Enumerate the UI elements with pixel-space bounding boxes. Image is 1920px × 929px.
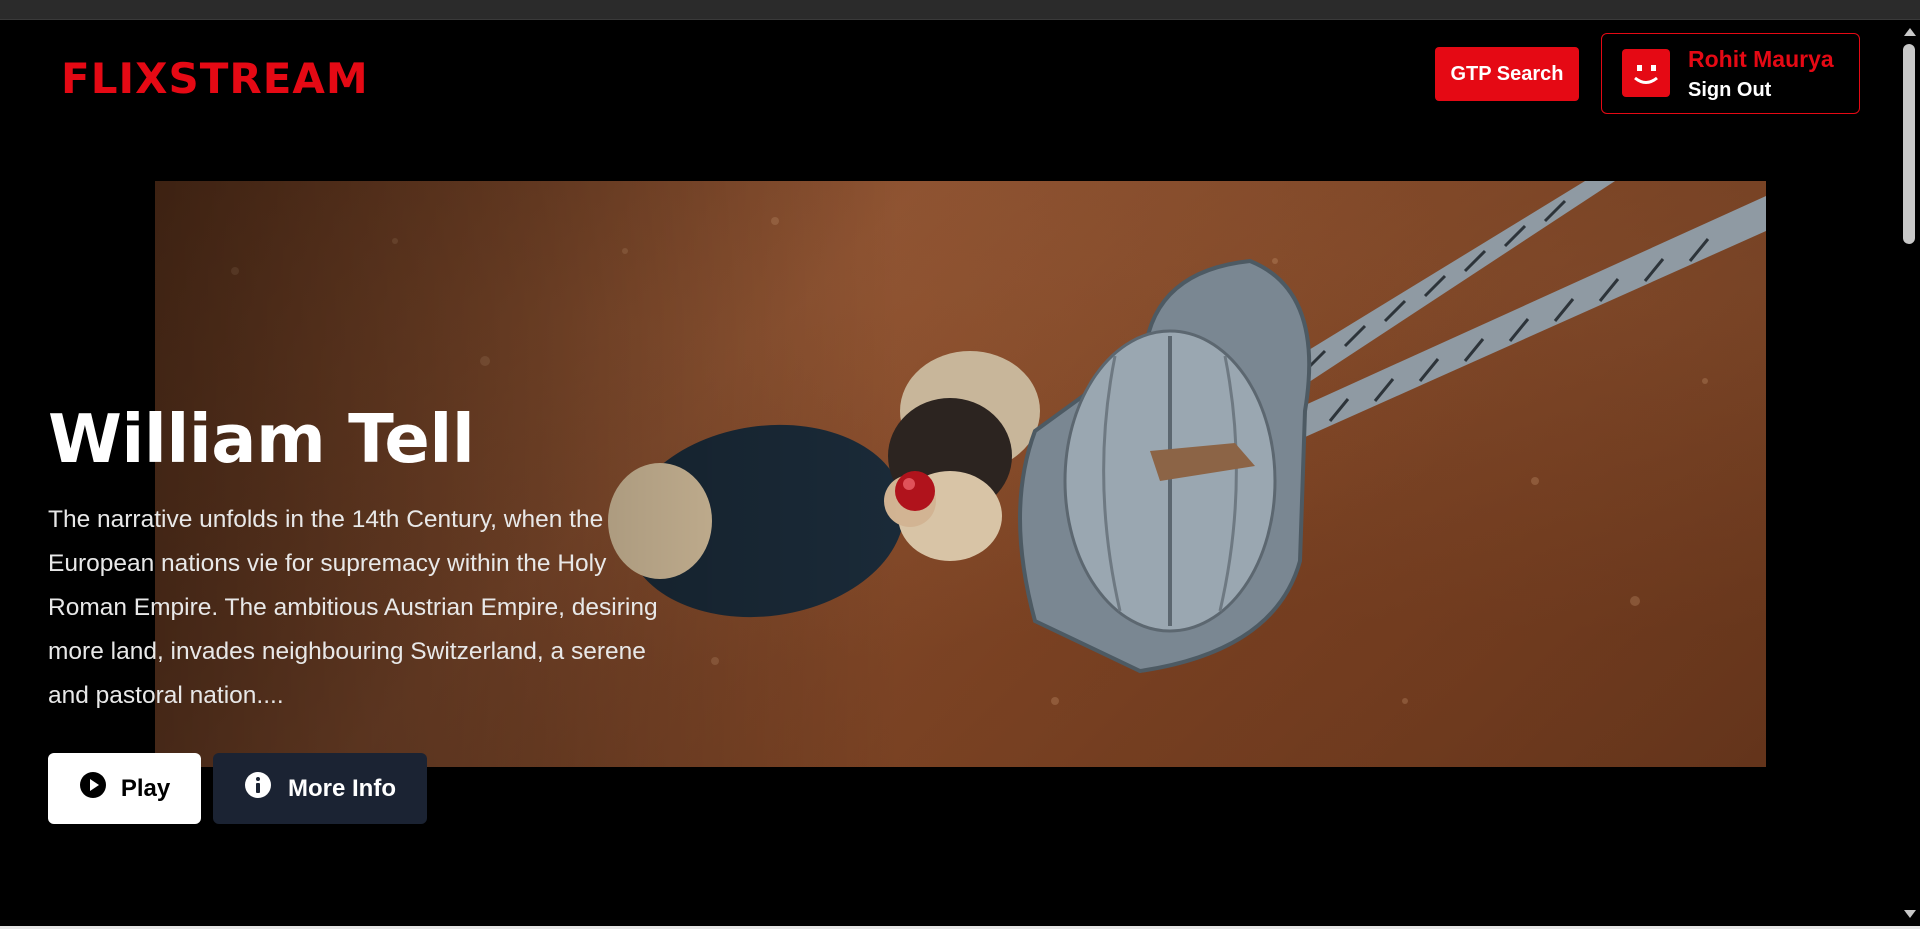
- scroll-up-arrow-icon[interactable]: [1904, 28, 1916, 36]
- scroll-down-arrow-icon[interactable]: [1904, 910, 1916, 918]
- play-button[interactable]: Play: [48, 753, 201, 824]
- info-circle-icon: [244, 771, 272, 806]
- gpt-search-button[interactable]: GTP Search: [1435, 47, 1579, 101]
- play-circle-icon: [79, 771, 107, 806]
- movie-overview: The narrative unfolds in the 14th Centur…: [48, 506, 658, 709]
- vertical-scrollbar[interactable]: [1898, 20, 1920, 926]
- smiley-avatar-icon[interactable]: [1622, 49, 1670, 97]
- sign-out-link[interactable]: Sign Out: [1688, 79, 1771, 102]
- movie-title: William Tell: [48, 400, 475, 478]
- user-menu[interactable]: Rohit Maurya Sign Out: [1601, 33, 1860, 114]
- user-name: Rohit Maurya: [1688, 46, 1834, 72]
- play-label: Play: [120, 774, 171, 802]
- page: FLIXSTREAM GTP Search Rohit Maurya Sign …: [0, 20, 1898, 926]
- flixstream-logo[interactable]: FLIXSTREAM: [61, 54, 369, 103]
- more-info-label: More Info: [288, 774, 396, 802]
- more-info-button[interactable]: More Info: [213, 753, 427, 824]
- browser-tab-strip: [0, 0, 1920, 20]
- scroll-thumb[interactable]: [1903, 44, 1915, 244]
